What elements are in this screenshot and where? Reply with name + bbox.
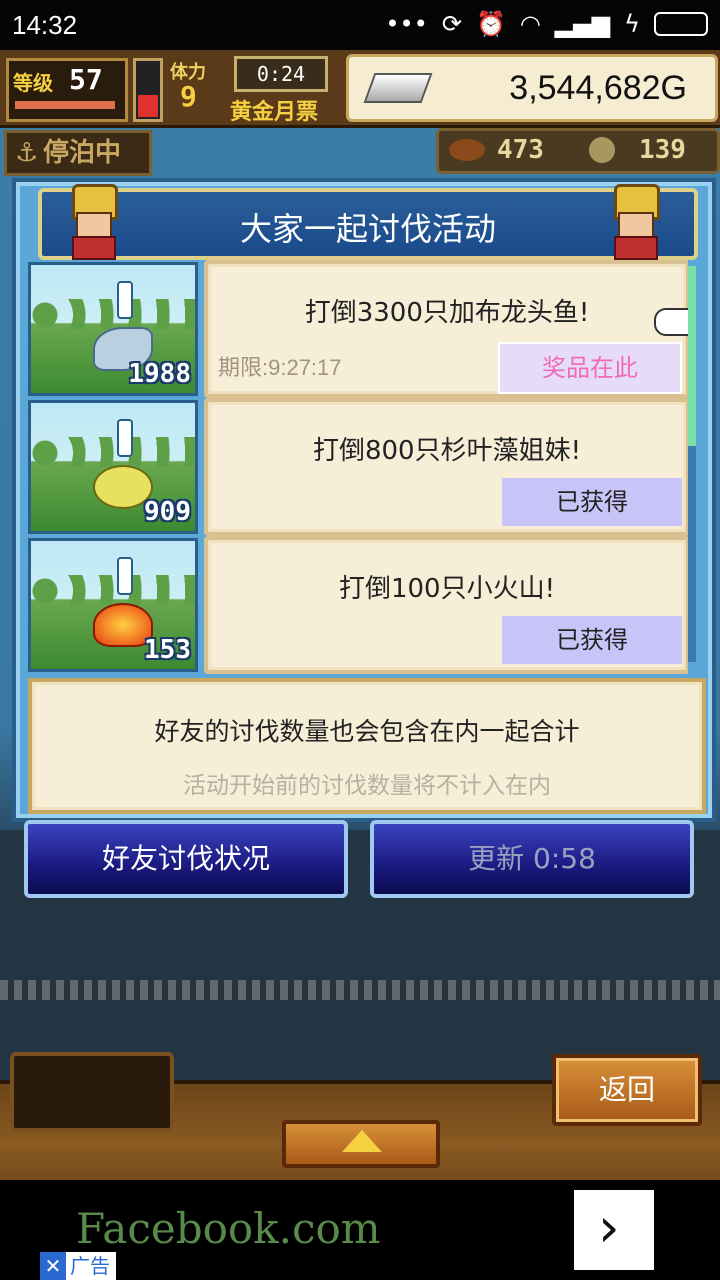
anchor-icon: ⚓ bbox=[15, 138, 39, 168]
empty-slot bbox=[10, 1052, 174, 1132]
stamina-timer: 0:24 bbox=[234, 56, 328, 92]
money-box: 3,544,682G bbox=[346, 54, 718, 122]
monster-thumbnail: 909 bbox=[28, 400, 198, 534]
obtained-button[interactable]: 已获得 bbox=[502, 478, 682, 526]
alarm-icon: ⏰ bbox=[475, 10, 506, 38]
moored-status: ⚓ 停泊中 bbox=[4, 130, 152, 176]
energy-gauge bbox=[133, 58, 163, 122]
ad-arrow-button[interactable]: › bbox=[574, 1190, 654, 1270]
event-panel: 大家一起讨伐活动 1988 打倒3300只加布龙头鱼! 期限:9:27:17 奖… bbox=[12, 178, 716, 822]
ship-railing bbox=[0, 980, 720, 1000]
status-icons: ••• ⟳ ⏰ ◠ ▂▄▆ ϟ bbox=[385, 10, 708, 38]
exclamation-icon bbox=[117, 419, 133, 457]
defeat-count: 153 bbox=[144, 635, 191, 665]
quest-card: 打倒800只杉叶藻姐妹! 已获得 bbox=[204, 398, 688, 536]
quest-title: 打倒800只杉叶藻姐妹! bbox=[312, 436, 582, 466]
refresh-button[interactable]: 更新 0:58 bbox=[370, 820, 694, 898]
quest-card: 打倒100只小火山! 已获得 bbox=[204, 536, 688, 674]
panel-header: 大家一起讨伐活动 bbox=[38, 184, 698, 260]
monster-thumbnail: 153 bbox=[28, 538, 198, 672]
chevron-right-icon: › bbox=[598, 1196, 620, 1259]
list-item: 153 打倒100只小火山! 已获得 bbox=[24, 536, 688, 674]
resource-2-value: 139 bbox=[639, 135, 686, 165]
level-label: 等级 bbox=[13, 71, 53, 95]
quest-title: 打倒3300只加布龙头鱼! bbox=[304, 298, 590, 328]
info-sub-text: 活动开始前的讨伐数量将不计入在内 bbox=[183, 773, 551, 799]
list-item: 1988 打倒3300只加布龙头鱼! 期限:9:27:17 奖品在此 bbox=[24, 260, 688, 398]
up-arrow-icon bbox=[342, 1130, 382, 1152]
stamina-value: 9 bbox=[180, 80, 197, 113]
pointing-hand-icon bbox=[654, 308, 688, 336]
monster-thumbnail: 1988 bbox=[28, 262, 198, 396]
friends-status-button[interactable]: 好友讨伐状况 bbox=[24, 820, 348, 898]
coin-icon bbox=[589, 137, 615, 163]
exclamation-icon bbox=[117, 557, 133, 595]
moored-label: 停泊中 bbox=[43, 138, 122, 168]
exclamation-icon bbox=[117, 281, 133, 319]
ad-label[interactable]: ✕ 广告 bbox=[40, 1252, 116, 1280]
list-scrollbar[interactable] bbox=[688, 266, 696, 662]
gold-ticket-label[interactable]: 黄金月票 bbox=[230, 94, 318, 126]
back-button[interactable]: 返回 bbox=[552, 1054, 702, 1126]
status-bar: 14:32 ••• ⟳ ⏰ ◠ ▂▄▆ ϟ bbox=[0, 0, 720, 50]
ad-text[interactable]: Facebook.com bbox=[76, 1204, 381, 1253]
level-box: 等级 57 bbox=[6, 58, 128, 122]
quest-deadline: 期限:9:27:17 bbox=[218, 355, 342, 380]
resource-1-value: 473 bbox=[497, 135, 544, 165]
silver-bar-icon bbox=[363, 73, 433, 103]
quest-title: 打倒100只小火山! bbox=[338, 574, 556, 604]
charging-icon: ϟ bbox=[624, 10, 640, 38]
obtained-button[interactable]: 已获得 bbox=[502, 616, 682, 664]
wifi-icon: ◠ bbox=[519, 10, 541, 38]
expand-menu-button[interactable] bbox=[282, 1120, 440, 1168]
close-icon[interactable]: ✕ bbox=[40, 1252, 66, 1280]
reward-button[interactable]: 奖品在此 bbox=[498, 342, 682, 394]
list-item: 909 打倒800只杉叶藻姐妹! 已获得 bbox=[24, 398, 688, 536]
info-box: 好友的讨伐数量也会包含在内一起合计 活动开始前的讨伐数量将不计入在内 bbox=[28, 678, 706, 814]
warrior-character-icon bbox=[604, 184, 664, 260]
money-value: 3,544,682G bbox=[509, 69, 687, 107]
status-time: 14:32 bbox=[12, 10, 78, 40]
info-main-text: 好友的讨伐数量也会包含在内一起合计 bbox=[154, 717, 580, 746]
ad-label-text: 广告 bbox=[70, 1254, 110, 1278]
defeat-count: 1988 bbox=[128, 359, 191, 389]
panel-title: 大家一起讨伐活动 bbox=[239, 210, 496, 248]
battery-icon bbox=[654, 12, 708, 36]
more-dots-icon: ••• bbox=[385, 10, 428, 38]
sync-icon: ⟳ bbox=[441, 10, 462, 38]
meat-icon bbox=[449, 139, 485, 161]
quest-list[interactable]: 1988 打倒3300只加布龙头鱼! 期限:9:27:17 奖品在此 909 打… bbox=[24, 260, 688, 674]
defeat-count: 909 bbox=[144, 497, 191, 527]
quest-card: 打倒3300只加布龙头鱼! 期限:9:27:17 奖品在此 bbox=[204, 260, 688, 398]
top-hud: 等级 57 体力 9 0:24 黄金月票 3,544,682G bbox=[0, 50, 720, 128]
level-value: 57 bbox=[69, 63, 103, 96]
signal-icon: ▂▄▆ bbox=[554, 10, 611, 38]
resource-bar: 473 139 bbox=[436, 128, 720, 174]
exp-bar bbox=[15, 101, 115, 109]
